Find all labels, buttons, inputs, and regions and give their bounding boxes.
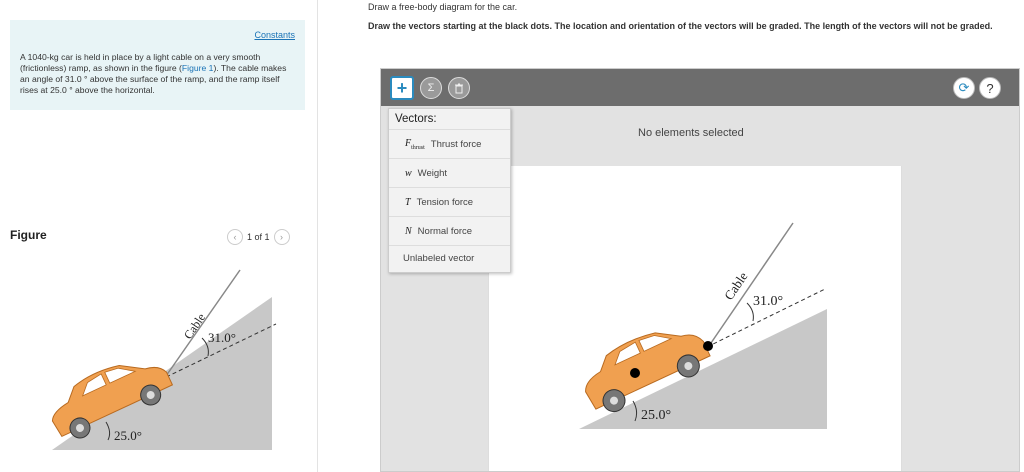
cable-angle-label: 31.0° <box>208 330 236 345</box>
center-of-mass-dot[interactable] <box>630 368 640 378</box>
canvas-cable-angle-label: 31.0° <box>753 294 783 309</box>
tension-symbol: T <box>405 196 411 208</box>
ramp-angle-label: 25.0° <box>114 428 142 443</box>
vector-menu: Vectors: Fthrust Thrust force w Weight T… <box>388 108 511 273</box>
instruction-line-2: Draw the vectors starting at the black d… <box>368 21 993 31</box>
canvas-ramp-angle-label: 25.0° <box>641 408 671 423</box>
instruction-line-1: Draw a free-body diagram for the car. <box>368 2 518 12</box>
vector-item-tension[interactable]: T Tension force <box>389 187 510 216</box>
canvas-figure: Cable 31.0° 25.0° <box>579 222 827 429</box>
vector-item-weight[interactable]: w Weight <box>389 158 510 187</box>
vector-item-label: Thrust force <box>430 138 482 150</box>
vector-item-label: Weight <box>417 167 448 179</box>
problem-text: A 1040-kg car is held in place by a ligh… <box>20 52 298 96</box>
weight-symbol: w <box>405 167 412 179</box>
figure-link[interactable]: Figure 1 <box>182 63 214 73</box>
reset-icon[interactable]: ⟳ <box>953 77 975 99</box>
constants-link[interactable]: Constants <box>254 30 295 41</box>
help-icon[interactable]: ? <box>979 77 1001 99</box>
instructions: Draw a free-body diagram for the car. Dr… <box>368 2 1018 32</box>
vector-menu-title: Vectors: <box>395 113 437 125</box>
figure-pager: ‹ 1 of 1 › <box>227 229 290 245</box>
vector-item-thrust[interactable]: Fthrust Thrust force <box>389 129 510 158</box>
pager-text: 1 of 1 <box>247 232 270 242</box>
status-text: No elements selected <box>638 127 744 139</box>
vector-item-label: Normal force <box>417 225 473 237</box>
vector-item-label: Tension force <box>416 196 474 208</box>
drawing-tool: + Σ ⟳ ? No elements selected Cable 31.0° <box>380 68 1020 472</box>
toolbar: + Σ ⟳ ? <box>381 69 1019 106</box>
ramp-figure: Cable 31.0° 25.0° <box>51 269 277 450</box>
plus-icon[interactable]: + <box>390 76 414 100</box>
chevron-left-icon[interactable]: ‹ <box>227 229 243 245</box>
problem-panel: Constants A 1040-kg car is held in place… <box>0 0 318 472</box>
canvas-cable-label: Cable <box>721 269 751 303</box>
thrust-symbol: Fthrust <box>405 137 425 151</box>
sigma-icon[interactable]: Σ <box>420 77 442 99</box>
canvas-margin-right <box>902 166 1019 471</box>
trash-icon[interactable] <box>448 77 470 99</box>
figure-heading: Figure <box>10 228 47 242</box>
normal-symbol: N <box>405 225 412 237</box>
chevron-right-icon[interactable]: › <box>273 229 290 245</box>
vector-item-normal[interactable]: N Normal force <box>389 216 510 245</box>
cable-attachment-dot[interactable] <box>703 341 713 351</box>
problem-statement-box: Constants A 1040-kg car is held in place… <box>10 20 305 110</box>
cable-label: Cable <box>181 311 208 342</box>
vector-item-unlabeled[interactable]: Unlabeled vector <box>389 245 510 271</box>
